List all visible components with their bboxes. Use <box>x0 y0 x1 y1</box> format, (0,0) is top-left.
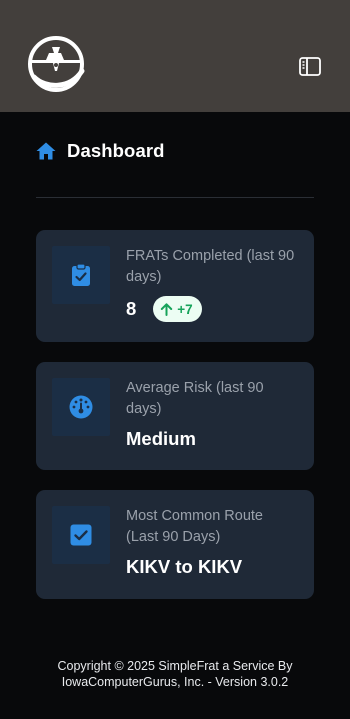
divider <box>36 197 314 198</box>
common-route-value: KIKV to KIKV <box>126 556 243 577</box>
page-title-row: Dashboard <box>36 140 165 162</box>
frats-completed-label: FRATs Completed (last 90 days) <box>126 248 295 285</box>
sidebar-toggle-icon[interactable] <box>298 54 322 78</box>
checkbox-icon <box>52 506 110 564</box>
dashboard-page: Dashboard FRATs Completed (last 90 days)… <box>0 0 350 719</box>
average-risk-card: Average Risk (last 90 days) Medium <box>36 362 314 470</box>
clipboard-check-icon <box>52 246 110 304</box>
common-route-label: Most Common Route (Last 90 Days) <box>126 508 263 545</box>
change-badge: +7 <box>153 296 202 322</box>
frats-completed-value: 8 <box>126 298 137 319</box>
airplane-logo-icon[interactable] <box>24 33 88 95</box>
app-header <box>0 0 350 112</box>
gauge-icon <box>52 378 110 436</box>
frats-completed-card: FRATs Completed (last 90 days) 8 +7 <box>36 230 314 342</box>
home-icon[interactable] <box>36 141 56 161</box>
frats-completed-value-row: 8 +7 <box>126 296 202 322</box>
change-value: +7 <box>177 301 193 317</box>
footer: Copyright © 2025 SimpleFrat a Service By… <box>0 658 350 690</box>
arrow-up-icon <box>160 302 173 316</box>
footer-copyright: Copyright © 2025 SimpleFrat a Service By <box>57 659 293 673</box>
footer-version: IowaComputerGurus, Inc. - Version 3.0.2 <box>61 675 289 689</box>
common-route-card: Most Common Route (Last 90 Days) KIKV to… <box>36 490 314 599</box>
page-title: Dashboard <box>67 140 165 161</box>
average-risk-label: Average Risk (last 90 days) <box>126 380 264 417</box>
average-risk-value: Medium <box>126 428 196 449</box>
